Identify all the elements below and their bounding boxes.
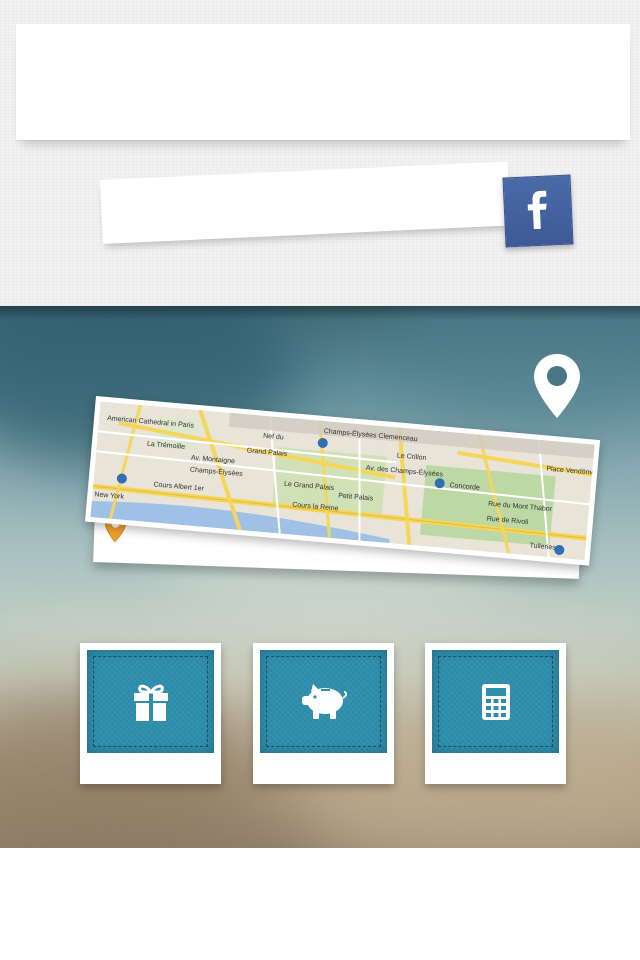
calculator-icon (481, 683, 510, 720)
calculator-tile[interactable] (425, 643, 566, 784)
gift-tile[interactable] (80, 643, 221, 784)
gift-icon (133, 684, 168, 721)
map-pin-icon[interactable] (532, 352, 582, 420)
tile-face (87, 650, 214, 753)
header-banner (16, 24, 630, 140)
facebook-icon (527, 190, 547, 230)
tile-face (260, 650, 387, 753)
top-background (0, 0, 640, 306)
piggy-bank-icon (301, 683, 347, 719)
bottom-blank-area (0, 848, 640, 960)
tile-face (432, 650, 559, 753)
facebook-button[interactable] (502, 174, 574, 248)
facebook-strip[interactable] (100, 161, 511, 244)
piggy-bank-tile[interactable] (253, 643, 394, 784)
